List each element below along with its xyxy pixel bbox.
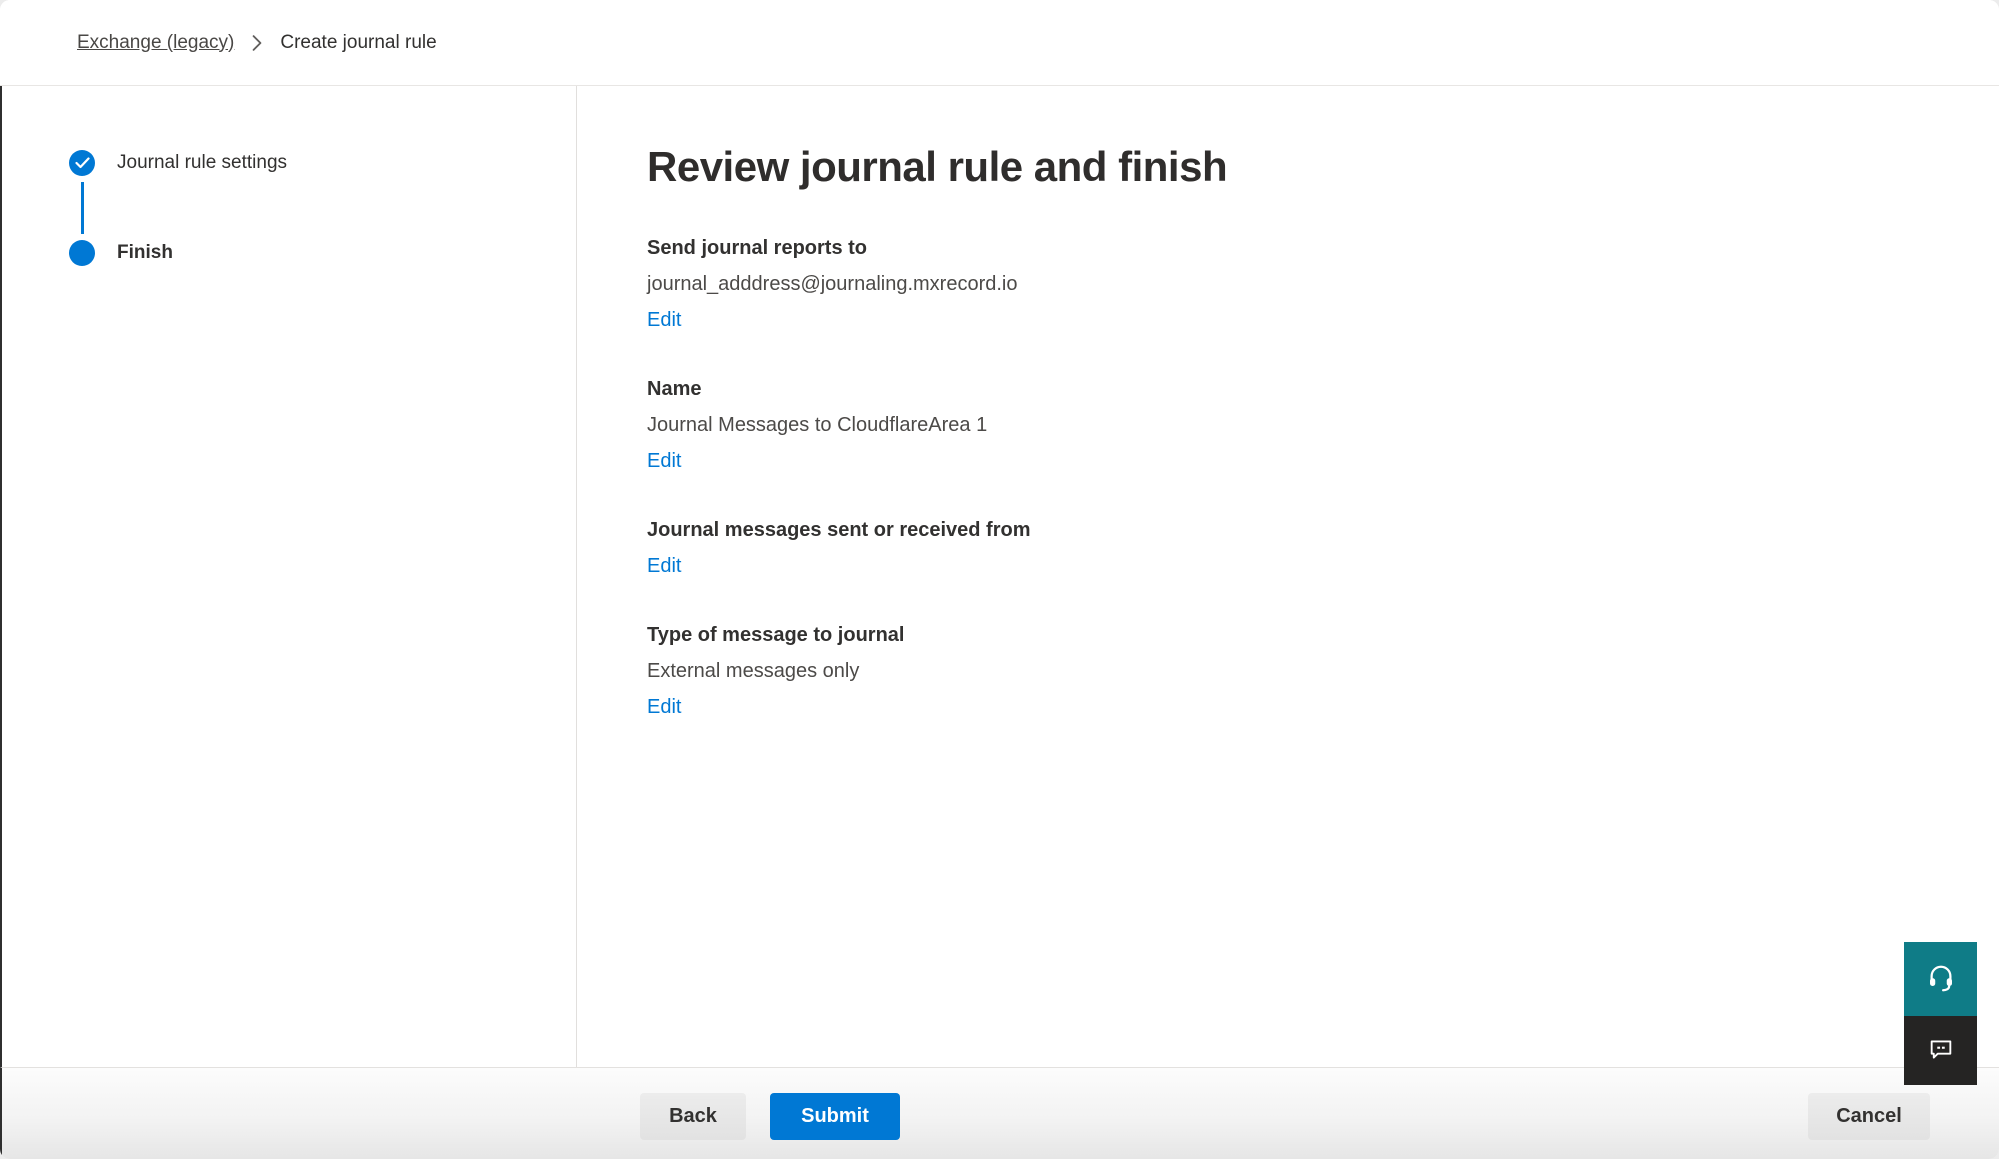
review-section-name: Name Journal Messages to CloudflareArea … <box>647 378 1999 473</box>
edit-send-journal-reports-link[interactable]: Edit <box>647 309 681 332</box>
section-label: Journal messages sent or received from <box>647 519 1999 542</box>
chevron-right-icon <box>250 35 264 51</box>
section-label: Send journal reports to <box>647 237 1999 260</box>
content-area: Journal rule settings Finish Review jour… <box>0 86 1999 1067</box>
header-bar: Exchange (legacy) Create journal rule <box>0 0 1999 86</box>
cancel-button[interactable]: Cancel <box>1808 1093 1930 1140</box>
section-label: Type of message to journal <box>647 624 1999 647</box>
feedback-button[interactable] <box>1904 1016 1977 1085</box>
edit-journal-messages-link[interactable]: Edit <box>647 555 681 578</box>
edit-name-link[interactable]: Edit <box>647 450 681 473</box>
section-value: External messages only <box>647 660 1999 683</box>
review-panel: Review journal rule and finish Send jour… <box>577 86 1999 1067</box>
page-title: Review journal rule and finish <box>647 143 1999 191</box>
headset-icon <box>1926 963 1956 996</box>
chat-bubble-icon <box>1927 1035 1955 1066</box>
breadcrumb-exchange-legacy-link[interactable]: Exchange (legacy) <box>77 32 234 54</box>
exchange-create-journal-rule-window: Exchange (legacy) Create journal rule Jo… <box>0 0 1999 1159</box>
wizard-step-label: Journal rule settings <box>117 152 287 174</box>
breadcrumb: Exchange (legacy) Create journal rule <box>77 32 437 54</box>
section-value: journal_adddress@journaling.mxrecord.io <box>647 273 1999 296</box>
review-section-send-journal-reports-to: Send journal reports to journal_adddress… <box>647 237 1999 332</box>
check-icon <box>69 150 95 176</box>
support-button[interactable] <box>1904 942 1977 1016</box>
submit-button[interactable]: Submit <box>770 1093 900 1140</box>
review-section-message-type: Type of message to journal External mess… <box>647 624 1999 719</box>
section-label: Name <box>647 378 1999 401</box>
wizard-step-journal-rule-settings[interactable]: Journal rule settings <box>69 150 576 176</box>
back-button[interactable]: Back <box>640 1093 746 1140</box>
step-connector-line <box>81 182 84 234</box>
section-value: Journal Messages to CloudflareArea 1 <box>647 414 1999 437</box>
current-step-dot-icon <box>69 240 95 266</box>
wizard-step-label: Finish <box>117 242 173 264</box>
review-section-journal-messages-from: Journal messages sent or received from E… <box>647 519 1999 578</box>
wizard-steps-panel: Journal rule settings Finish <box>2 86 577 1067</box>
footer-action-bar: Back Submit Cancel <box>0 1067 1999 1159</box>
breadcrumb-current-page: Create journal rule <box>280 32 436 54</box>
wizard-step-finish[interactable]: Finish <box>69 240 576 266</box>
edit-message-type-link[interactable]: Edit <box>647 696 681 719</box>
